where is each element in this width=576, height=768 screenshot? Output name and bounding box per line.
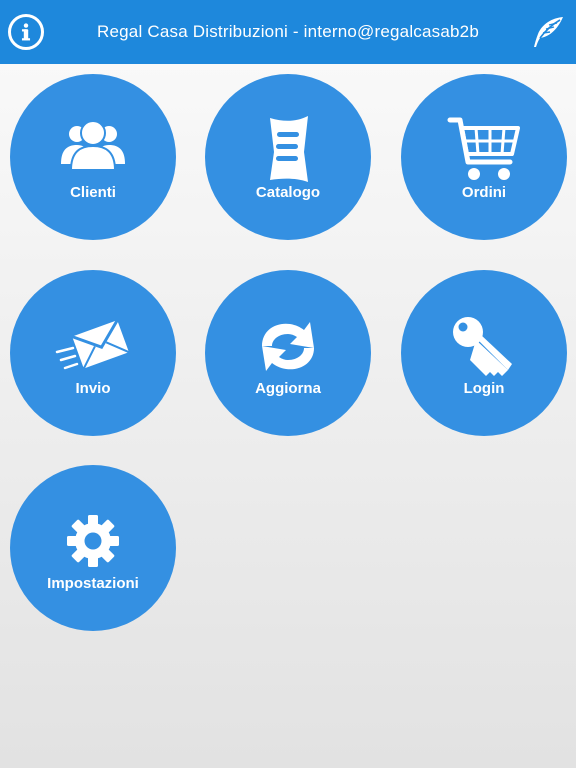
users-icon: [61, 120, 125, 171]
login-button[interactable]: Login: [401, 270, 567, 436]
clienti-label: Clienti: [70, 184, 116, 201]
info-icon: [21, 23, 31, 41]
catalogo-label: Catalogo: [255, 184, 321, 201]
gear-icon: [67, 515, 119, 567]
feather-icon: [534, 17, 563, 47]
aggiorna-label: Aggiorna: [255, 380, 321, 397]
ordini-label: Ordini: [461, 184, 507, 201]
catalogo-button[interactable]: Catalogo: [205, 74, 371, 240]
impostazioni-label: Impostazioni: [47, 575, 139, 592]
login-label: Login: [463, 380, 505, 397]
invio-button[interactable]: Invio: [10, 270, 176, 436]
aggiorna-button[interactable]: Aggiorna: [205, 270, 371, 436]
info-button[interactable]: [8, 14, 44, 50]
cart-icon: [447, 117, 520, 180]
feather-button[interactable]: [530, 14, 566, 50]
app-header: Regal Casa Distribuzioni - interno@regal…: [0, 0, 576, 64]
envelope-icon: [55, 319, 130, 370]
key-icon: [453, 317, 512, 376]
catalog-icon: [270, 116, 308, 182]
impostazioni-button[interactable]: Impostazioni: [10, 465, 176, 631]
invio-label: Invio: [75, 380, 111, 397]
ordini-button[interactable]: Ordini: [401, 74, 567, 240]
header-title: Regal Casa Distribuzioni - interno@regal…: [97, 22, 479, 41]
refresh-icon: [262, 322, 314, 371]
clienti-button[interactable]: Clienti: [10, 74, 176, 240]
